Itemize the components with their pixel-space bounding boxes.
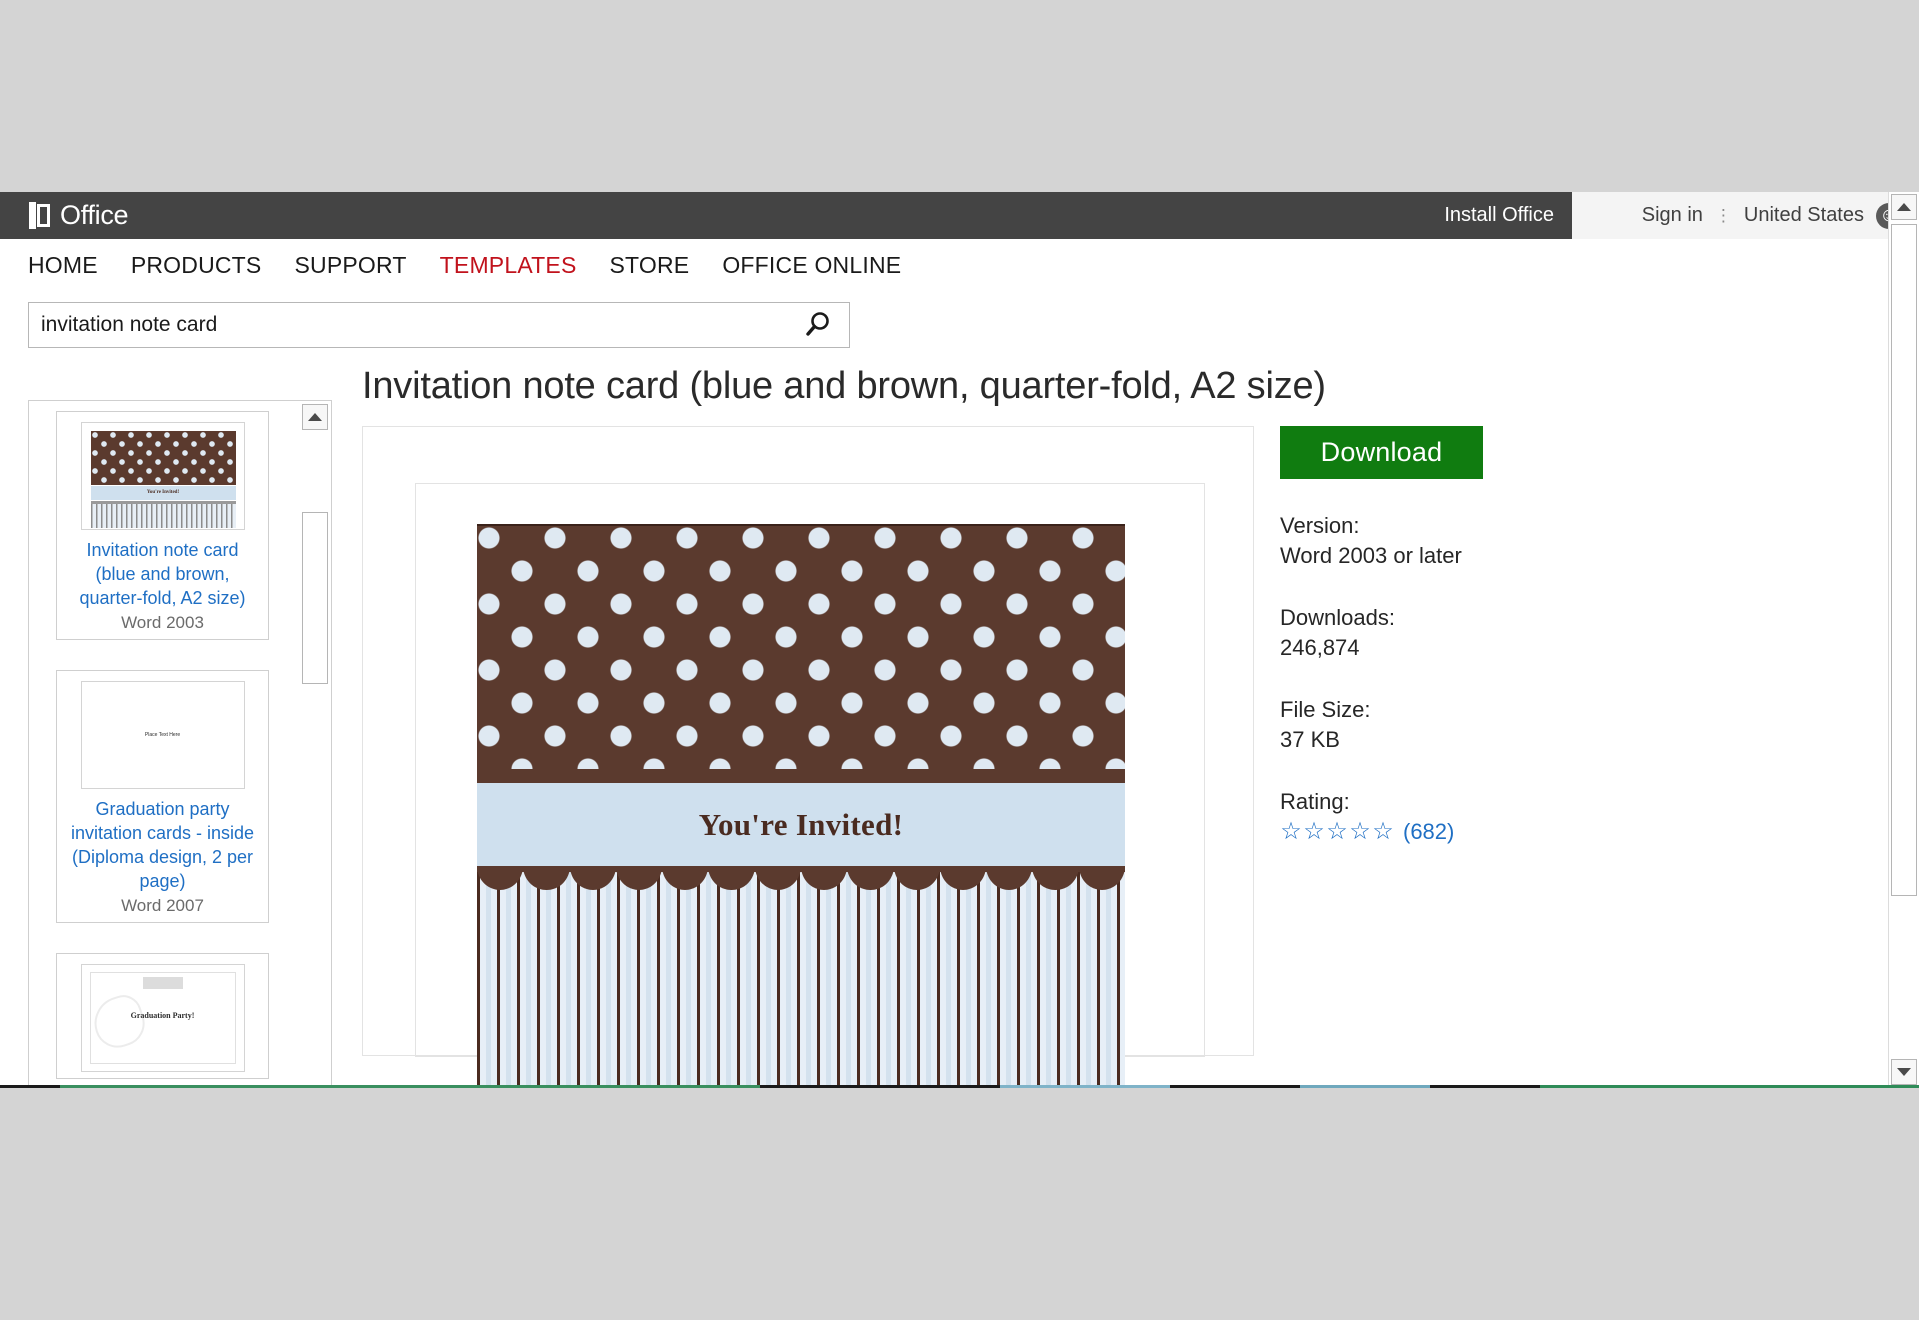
install-office-label: Install Office [1444, 204, 1554, 227]
office-top-bar-dark-region [0, 192, 1572, 239]
page-title: Invitation note card (blue and brown, qu… [362, 362, 1902, 410]
region-selector[interactable]: United States [1744, 204, 1864, 227]
invitation-card-preview: You're Invited! [477, 524, 1125, 1087]
nav-item-home[interactable]: HOME [28, 252, 98, 279]
page-scroll-up-button[interactable] [1891, 194, 1917, 220]
search-input[interactable] [29, 313, 787, 337]
office-top-bar: Office Install Office Sign in ⋮ United S… [0, 192, 1919, 240]
version-label: Version: [1280, 511, 1700, 541]
search-button[interactable] [787, 303, 849, 347]
file-size-label: File Size: [1280, 695, 1700, 725]
thumbnail-band-text: You're Invited! [91, 486, 236, 500]
card-scallop [616, 866, 662, 890]
search-bar [28, 302, 850, 348]
card-scallop [894, 866, 940, 890]
template-metadata-panel: Download Version: Word 2003 or later Dow… [1280, 426, 1700, 845]
search-magnifier-icon [803, 310, 833, 340]
list-item[interactable]: Graduation Party! [56, 953, 269, 1079]
downloads-value: 246,874 [1280, 633, 1700, 663]
card-scallop [708, 866, 754, 890]
nav-item-office-online[interactable]: OFFICE ONLINE [722, 252, 901, 279]
template-thumbnail: You're Invited! [81, 422, 245, 530]
account-region-links: Sign in ⋮ United States [1642, 192, 1864, 239]
card-invitation-text: You're Invited! [699, 807, 904, 843]
template-detail-panel: Invitation note card (blue and brown, qu… [362, 362, 1902, 410]
filesize-group: File Size: 37 KB [1280, 695, 1700, 755]
card-scallop [570, 866, 616, 890]
card-scallop [523, 866, 569, 890]
list-item-version: Word 2003 [65, 613, 260, 633]
scroll-up-arrow-icon [1897, 203, 1911, 211]
page-scrollbar-thumb[interactable] [1891, 224, 1917, 896]
list-item[interactable]: Place Text Here Graduation party invitat… [56, 670, 269, 923]
thumbnail-diploma-icon [143, 977, 183, 989]
star-filled-icon[interactable]: ☆ [1349, 819, 1371, 845]
star-filled-icon[interactable]: ☆ [1280, 819, 1302, 845]
downloads-group: Downloads: 246,874 [1280, 603, 1700, 663]
template-preview-box: You're Invited! [362, 426, 1254, 1056]
browser-viewport: Office Install Office Sign in ⋮ United S… [0, 192, 1919, 1087]
search-results-list: You're Invited! Invitation note card (bl… [56, 411, 271, 1087]
download-button[interactable]: Download [1280, 426, 1483, 479]
rating-stars[interactable]: ☆☆☆☆☆ [1280, 819, 1394, 845]
version-group: Version: Word 2003 or later [1280, 511, 1700, 571]
sidebar-scrollbar[interactable] [302, 404, 328, 1083]
thumbnail-stripe-pattern [91, 501, 236, 528]
list-item-title[interactable]: Graduation party invitation cards - insi… [65, 797, 260, 893]
nav-item-templates[interactable]: TEMPLATES [440, 252, 577, 279]
content-area: You're Invited! Invitation note card (bl… [0, 362, 1919, 1087]
star-filled-icon[interactable]: ☆ [1326, 819, 1348, 845]
card-text-band: You're Invited! [477, 783, 1125, 866]
file-size-value: 37 KB [1280, 725, 1700, 755]
card-scallop [755, 866, 801, 890]
card-scallop [801, 866, 847, 890]
main-navigation: HOME PRODUCTS SUPPORT TEMPLATES STORE OF… [0, 239, 1919, 291]
list-item-title[interactable]: Invitation note card (blue and brown, qu… [65, 538, 260, 610]
card-scallop-row [477, 866, 1125, 890]
nav-item-store[interactable]: STORE [610, 252, 690, 279]
list-item-version: Word 2007 [65, 896, 260, 916]
card-stripe-section [477, 866, 1125, 1087]
downloads-label: Downloads: [1280, 603, 1700, 633]
card-scallop [1079, 866, 1125, 890]
card-scallop [940, 866, 986, 890]
template-thumbnail: Place Text Here [81, 681, 245, 789]
page-scrollbar[interactable] [1888, 192, 1919, 1087]
version-value: Word 2003 or later [1280, 541, 1700, 571]
page-scroll-down-button[interactable] [1891, 1059, 1917, 1085]
rating-row: ☆☆☆☆☆ (682) [1280, 819, 1700, 845]
card-scallop [662, 866, 708, 890]
card-scallop [986, 866, 1032, 890]
star-empty-icon[interactable]: ☆ [1372, 819, 1394, 845]
card-scallop [1032, 866, 1078, 890]
rating-count[interactable]: (682) [1403, 819, 1454, 845]
search-results-sidebar: You're Invited! Invitation note card (bl… [28, 400, 332, 1087]
office-logo-icon [29, 202, 51, 229]
rating-group: Rating: ☆☆☆☆☆ (682) [1280, 787, 1700, 845]
office-brand-label: Office [60, 201, 128, 229]
nav-item-products[interactable]: PRODUCTS [131, 252, 262, 279]
card-polka-dot-section [477, 526, 1125, 769]
sidebar-scrollbar-thumb[interactable] [302, 512, 328, 684]
card-divider-band [477, 769, 1125, 783]
nav-item-support[interactable]: SUPPORT [294, 252, 406, 279]
rating-label: Rating: [1280, 787, 1700, 817]
template-thumbnail: Graduation Party! [81, 964, 245, 1072]
template-preview-page: You're Invited! [415, 483, 1205, 1057]
scroll-down-arrow-icon [1897, 1068, 1911, 1076]
page-load-progress-strip [0, 1085, 1919, 1088]
card-scallop [477, 866, 523, 890]
thumbnail-placeholder-text: Place Text Here [145, 732, 180, 738]
sign-in-link[interactable]: Sign in [1642, 204, 1703, 227]
scroll-up-arrow-icon [308, 413, 322, 421]
link-separator: ⋮ [1715, 206, 1732, 226]
office-logo[interactable]: Office [29, 201, 128, 229]
list-item[interactable]: You're Invited! Invitation note card (bl… [56, 411, 269, 640]
thumbnail-card-text: Graduation Party! [131, 1011, 195, 1020]
card-scallop [847, 866, 893, 890]
install-office-button[interactable]: Install Office [1426, 192, 1572, 239]
star-filled-icon[interactable]: ☆ [1303, 819, 1325, 845]
thumbnail-dot-pattern [91, 431, 236, 485]
sidebar-scroll-up-button[interactable] [302, 404, 328, 430]
